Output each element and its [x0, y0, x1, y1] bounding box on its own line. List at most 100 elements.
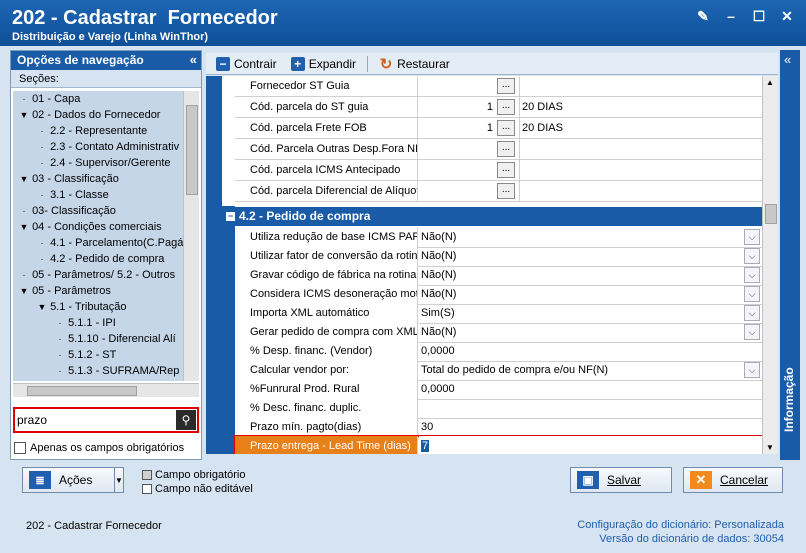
tree-item[interactable]: · 5.1.10 - Diferencial Alí — [13, 331, 183, 347]
grid-row[interactable]: Calcular vendor por: Total do pedido de c… — [235, 360, 762, 381]
lookup-button[interactable]: ... — [497, 162, 515, 178]
tree-item[interactable]: · 4.1 - Parcelamento(C.Pagá — [13, 235, 184, 251]
tree-item[interactable]: ▼ 5.1 - Tributação — [13, 299, 183, 315]
lookup-button[interactable]: ... — [497, 78, 515, 94]
grid-row-code[interactable]: 1 — [419, 118, 495, 138]
grid-row[interactable]: Utiliza redução de base ICMS PARA Não(N) ⌵ — [235, 227, 762, 248]
actions-button[interactable]: ≣ Ações — [22, 467, 122, 493]
grid-row-value[interactable]: 0,0000 — [419, 341, 762, 361]
grid-row[interactable]: Importa XML automático Sim(S) ⌵ — [235, 303, 762, 324]
tree-vertical-scrollbar[interactable] — [183, 91, 199, 381]
grid-row-value[interactable]: Não(N) — [419, 227, 762, 247]
expand-toggle-icon[interactable]: ▼ — [37, 299, 47, 315]
close-icon[interactable]: ✕ — [776, 6, 798, 26]
tree-item[interactable]: ▼ 02 - Dados do Fornecedor — [13, 107, 183, 123]
collapse-panel-icon[interactable]: « — [190, 52, 197, 67]
tree-line-icon: · — [40, 238, 44, 248]
chevron-down-icon[interactable]: ⌵ — [744, 229, 760, 245]
information-tab[interactable]: « Informação — [780, 50, 800, 460]
lead-time-row[interactable]: Prazo entrega - Lead Time (dias) 7 — [234, 435, 762, 454]
chevron-down-icon[interactable]: ⌵ — [744, 248, 760, 264]
grid-row-code[interactable] — [419, 139, 495, 159]
grid-row-code[interactable]: 1 — [419, 97, 495, 117]
tree-item[interactable]: · 3.1 - Classe — [13, 187, 183, 203]
grid-row[interactable]: Cód. parcela ICMS Antecipado... — [235, 160, 762, 181]
grid-row-value[interactable]: Não(N) — [419, 265, 762, 285]
expand-toggle-icon[interactable]: ▼ — [19, 107, 29, 123]
grid-row-code[interactable] — [419, 160, 495, 180]
expand-toggle-icon[interactable]: ▼ — [19, 283, 29, 299]
only-required-filter[interactable]: Apenas os campos obrigatórios — [14, 442, 184, 454]
grid-row-value[interactable] — [419, 398, 762, 418]
grid-vertical-scrollbar[interactable]: ▲ ▼ — [762, 76, 778, 454]
expand-toggle-icon[interactable]: ▼ — [19, 171, 29, 187]
tree-item[interactable]: · 5.1.3 - SUFRAMA/Rep — [13, 363, 183, 379]
scroll-down-icon[interactable]: ▼ — [766, 443, 774, 452]
lead-time-input[interactable]: 7 — [419, 436, 762, 454]
chevron-down-icon[interactable]: ⌵ — [744, 267, 760, 283]
tree-item[interactable]: · 2.4 - Supervisor/Gerente — [13, 155, 183, 171]
minimize-icon[interactable]: – — [720, 6, 742, 26]
search-input[interactable] — [17, 411, 177, 429]
tree-item[interactable]: · 5.1.2 - ST — [13, 347, 183, 363]
restore-button[interactable]: ↻ Restaurar — [373, 54, 456, 74]
chevron-down-icon[interactable]: ⌵ — [744, 324, 760, 340]
grid-row-code[interactable] — [419, 181, 495, 201]
tree-item[interactable]: · 5.1.1 - IPI — [13, 315, 183, 331]
actions-dropdown-button[interactable]: ▼ — [114, 467, 124, 493]
grid-row-value[interactable]: 0,0000 — [419, 379, 762, 399]
only-required-checkbox[interactable] — [14, 442, 26, 454]
tree-item[interactable]: · 2.2 - Representante — [13, 123, 183, 139]
tree-horizontal-scrollbar[interactable] — [13, 383, 199, 397]
grid-row[interactable]: Gerar pedido de compra com XML Não(N) ⌵ — [235, 322, 762, 343]
grid-row[interactable]: %Funrural Prod. Rural 0,0000 — [235, 379, 762, 400]
grid-row[interactable]: Cód. parcela Diferencial de Alíquot... — [235, 181, 762, 202]
chevron-down-icon[interactable]: ⌵ — [744, 362, 760, 378]
grid-row[interactable]: % Desc. financ. duplic. — [235, 398, 762, 419]
grid-row[interactable]: Fornecedor ST Guia... — [235, 76, 762, 97]
grid-row-code[interactable] — [419, 76, 495, 96]
tree-item[interactable]: · 2.3 - Contato Administrativ — [13, 139, 183, 155]
expand-toggle-icon[interactable]: ▼ — [19, 219, 29, 235]
grid-row[interactable]: Cód. parcela do ST guia 1... 20 DIAS — [235, 97, 762, 118]
grid-row[interactable]: Gravar código de fábrica na rotina Não(N)… — [235, 265, 762, 286]
grid-row-value[interactable]: Não(N) — [419, 322, 762, 342]
collapse-section-icon[interactable]: − — [226, 212, 235, 222]
expand-button[interactable]: + Expandir — [285, 54, 362, 74]
tree-item[interactable]: ▼ 05 - Parâmetros — [13, 283, 183, 299]
grid-row[interactable]: Cód. Parcela Outras Desp.Fora NF... — [235, 139, 762, 160]
chevron-down-icon[interactable]: ⌵ — [744, 286, 760, 302]
grid-row-value[interactable]: 30 — [419, 417, 762, 437]
grid-row[interactable]: Utilizar fator de conversão da rotin Não(… — [235, 246, 762, 267]
tree-item[interactable]: · 01 - Capa — [13, 91, 183, 107]
cancel-button[interactable]: ✕ Cancelar — [683, 467, 783, 493]
collapse-button[interactable]: − Contrair — [210, 54, 283, 74]
tree-item[interactable]: · 05 - Parâmetros/ 5.2 - Outros — [13, 267, 183, 283]
tree-item[interactable]: ▼ 03 - Classificação — [13, 171, 183, 187]
chevron-down-icon[interactable]: ⌵ — [744, 305, 760, 321]
grid-row[interactable]: Cód. parcela Frete FOB 1... 20 DIAS — [235, 118, 762, 139]
grid-row-value[interactable]: Não(N) — [419, 246, 762, 266]
lookup-button[interactable]: ... — [497, 120, 515, 136]
maximize-icon[interactable]: ☐ — [748, 6, 770, 26]
lookup-button[interactable]: ... — [497, 99, 515, 115]
grid-row[interactable]: Prazo mín. pagto(dias) 30 — [235, 417, 762, 438]
lookup-button[interactable]: ... — [497, 141, 515, 157]
scroll-thumb[interactable] — [765, 204, 777, 224]
tree-item-label: 04 - Condições comerciais — [32, 221, 162, 233]
tree-item[interactable]: ▼ 04 - Condições comerciais — [13, 219, 183, 235]
save-button[interactable]: ▣ Salvar — [570, 467, 672, 493]
tree-item[interactable]: · 03- Classificação — [13, 203, 183, 219]
edit-window-icon[interactable]: ✎ — [692, 6, 714, 26]
search-icon[interactable]: ⚲ — [176, 410, 196, 430]
grid-row-value[interactable]: Sim(S) — [419, 303, 762, 323]
grid-row[interactable]: Considera ICMS desoneração moti Não(N) ⌵ — [235, 284, 762, 305]
lookup-button[interactable]: ... — [497, 183, 515, 199]
section-header-pedido-compra[interactable]: −4.2 - Pedido de compra — [222, 207, 762, 226]
grid-row-value[interactable]: Total do pedido de compra e/ou NF(N) — [419, 360, 762, 380]
expand-info-icon[interactable]: « — [784, 52, 791, 67]
scroll-up-icon[interactable]: ▲ — [766, 78, 774, 87]
tree-item[interactable]: · 4.2 - Pedido de compra — [13, 251, 183, 267]
grid-row[interactable]: % Desp. financ. (Vendor) 0,0000 — [235, 341, 762, 362]
grid-row-value[interactable]: Não(N) — [419, 284, 762, 304]
